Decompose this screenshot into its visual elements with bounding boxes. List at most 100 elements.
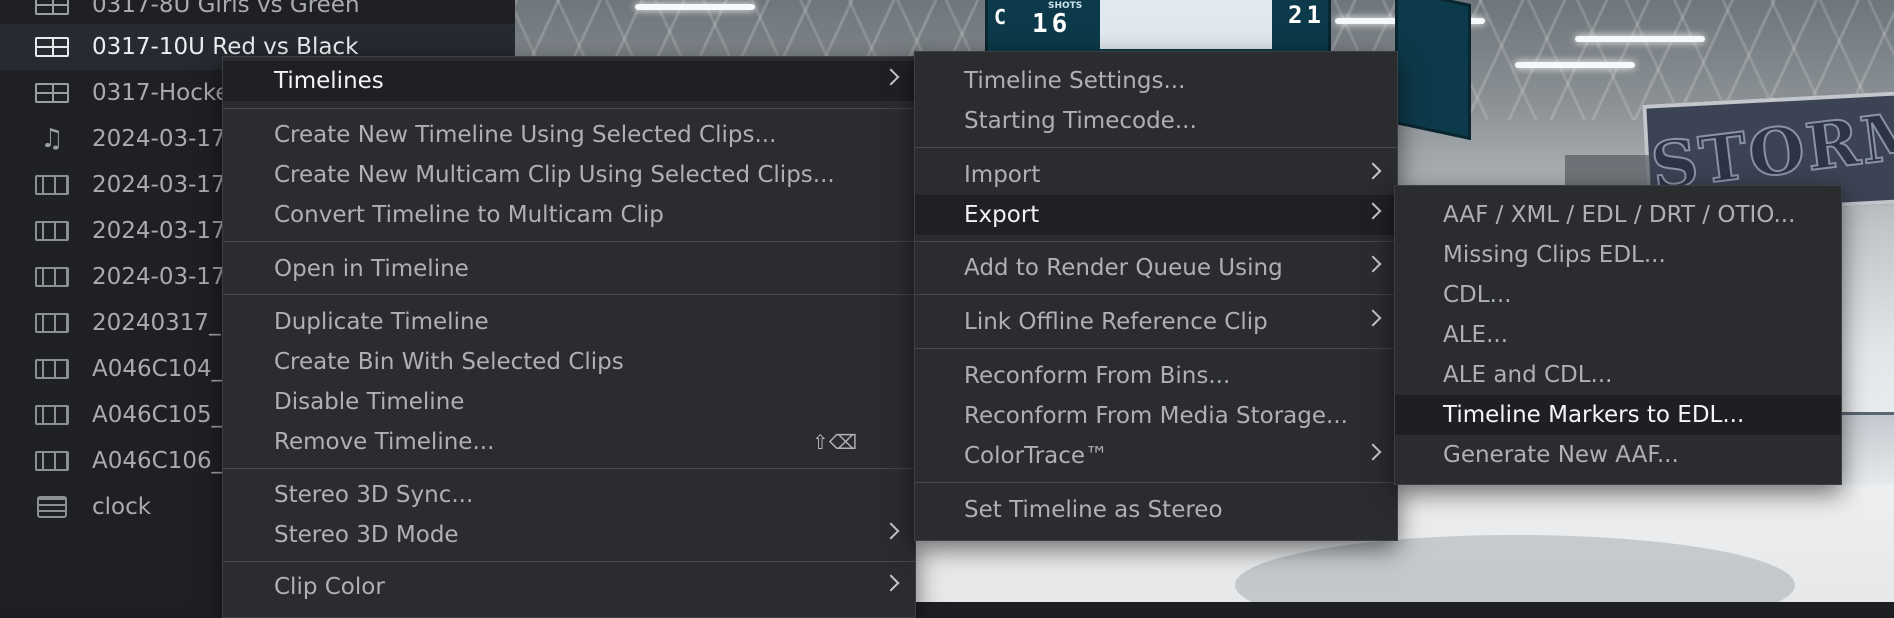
timeline-icon	[34, 82, 70, 104]
export-submenu: AAF / XML / EDL / DRT / OTIO... Missing …	[1394, 185, 1842, 485]
menu-item-label: Link Offline Reference Clip	[964, 309, 1268, 335]
menu-item-add-to-render-queue[interactable]: Add to Render Queue Using	[915, 248, 1397, 288]
clip-icon	[34, 404, 70, 426]
menu-item-convert-to-multicam[interactable]: Convert Timeline to Multicam Clip	[223, 195, 915, 235]
menu-item-link-offline-reference[interactable]: Link Offline Reference Clip	[915, 302, 1397, 342]
clip-icon	[34, 266, 70, 288]
menu-item-generate-new-aaf[interactable]: Generate New AAF...	[1395, 435, 1841, 475]
menu-item-label: AAF / XML / EDL / DRT / OTIO...	[1443, 202, 1796, 228]
menu-item-label: Generate New AAF...	[1443, 442, 1679, 468]
menu-item-ale-and-cdl[interactable]: ALE and CDL...	[1395, 355, 1841, 395]
menu-separator	[223, 468, 915, 469]
menu-item-missing-clips-edl[interactable]: Missing Clips EDL...	[1395, 235, 1841, 275]
menu-item-label: Reconform From Bins...	[964, 363, 1231, 389]
menu-item-timeline-markers-to-edl[interactable]: Timeline Markers to EDL...	[1395, 395, 1841, 435]
menu-item-label: Disable Timeline	[274, 389, 465, 415]
menu-item-reconform-from-media-storage[interactable]: Reconform From Media Storage...	[915, 396, 1397, 436]
context-menu: Timelines Create New Timeline Using Sele…	[222, 56, 916, 618]
timeline-icon	[34, 0, 70, 16]
chevron-right-icon	[882, 522, 900, 540]
scoreboard-letter: C	[994, 5, 1011, 29]
chevron-right-icon	[882, 68, 900, 86]
chevron-right-icon	[1364, 255, 1382, 273]
scoreboard-right-number: 21	[1288, 1, 1325, 29]
clip-icon	[34, 220, 70, 242]
menu-item-label: Stereo 3D Mode	[274, 522, 459, 548]
menu-separator	[915, 482, 1397, 483]
menu-item-label: Duplicate Timeline	[274, 309, 489, 335]
media-pool-item-label: 2024-03-17	[92, 126, 226, 152]
menu-separator	[915, 348, 1397, 349]
menu-item-create-multicam-clip[interactable]: Create New Multicam Clip Using Selected …	[223, 155, 915, 195]
menu-item-import[interactable]: Import	[915, 155, 1397, 195]
menu-item-export[interactable]: Export	[915, 195, 1397, 235]
menu-item-colortrace[interactable]: ColorTrace™	[915, 436, 1397, 476]
menu-item-cdl[interactable]: CDL...	[1395, 275, 1841, 315]
ice-logo	[1235, 535, 1795, 602]
menu-separator	[223, 108, 915, 109]
media-pool-item-label: 0317-8U Girls vs Green	[92, 0, 360, 18]
menu-item-open-in-timeline[interactable]: Open in Timeline	[223, 249, 915, 289]
menu-item-ale[interactable]: ALE...	[1395, 315, 1841, 355]
menu-item-label: CDL...	[1443, 282, 1512, 308]
ceiling-light	[1575, 36, 1705, 42]
media-pool-item-label: A046C105_2	[92, 402, 238, 428]
menu-item-label: Stereo 3D Sync...	[274, 482, 474, 508]
clip-icon	[34, 312, 70, 334]
menu-item-reconform-from-bins[interactable]: Reconform From Bins...	[915, 356, 1397, 396]
menu-item-label: Timeline Markers to EDL...	[1443, 402, 1745, 428]
menu-item-label: Reconform From Media Storage...	[964, 403, 1348, 429]
menu-separator	[915, 294, 1397, 295]
media-pool-item-label: 0317-Hocke	[92, 80, 230, 106]
menu-item-label: ALE...	[1443, 322, 1509, 348]
media-pool-item-label: A046C106_2	[92, 448, 238, 474]
menu-item-timelines[interactable]: Timelines	[223, 61, 915, 101]
menu-separator	[223, 241, 915, 242]
menu-item-create-new-timeline[interactable]: Create New Timeline Using Selected Clips…	[223, 115, 915, 155]
menu-item-disable-timeline[interactable]: Disable Timeline	[223, 382, 915, 422]
menu-item-create-bin[interactable]: Create Bin With Selected Clips	[223, 342, 915, 382]
menu-separator	[915, 241, 1397, 242]
media-pool-item-label: 20240317_1	[92, 310, 236, 336]
menu-item-export-aaf-xml-edl[interactable]: AAF / XML / EDL / DRT / OTIO...	[1395, 195, 1841, 235]
menu-item-stereo-3d-mode[interactable]: Stereo 3D Mode	[223, 515, 915, 555]
menu-item-label: Remove Timeline...	[274, 429, 495, 455]
menu-item-label: Convert Timeline to Multicam Clip	[274, 202, 664, 228]
menu-item-timeline-settings[interactable]: Timeline Settings...	[915, 61, 1397, 101]
menu-item-label: ColorTrace™	[964, 443, 1109, 469]
menu-item-label: Missing Clips EDL...	[1443, 242, 1666, 268]
menu-item-duplicate-timeline[interactable]: Duplicate Timeline	[223, 302, 915, 342]
menu-item-label: Export	[964, 202, 1040, 228]
menu-item-label: Create New Timeline Using Selected Clips…	[274, 122, 777, 148]
timelines-submenu: Timeline Settings... Starting Timecode..…	[914, 51, 1398, 541]
menu-separator	[915, 147, 1397, 148]
menu-item-label: Create New Multicam Clip Using Selected …	[274, 162, 835, 188]
chevron-right-icon	[1364, 202, 1382, 220]
media-pool-item-label: 2024-03-17	[92, 264, 226, 290]
menu-separator	[223, 561, 915, 562]
menu-item-remove-timeline[interactable]: Remove Timeline... ⇧⌫	[223, 422, 915, 462]
ceiling-light	[635, 4, 755, 10]
menu-item-set-timeline-stereo[interactable]: Set Timeline as Stereo	[915, 490, 1397, 530]
media-pool-item-label: clock	[92, 494, 152, 520]
media-pool-item-label: A046C104_2	[92, 356, 238, 382]
timeline-icon	[34, 36, 70, 58]
menu-item-label: Timelines	[274, 68, 384, 94]
menu-item-label: ALE and CDL...	[1443, 362, 1613, 388]
menu-item-label: Add to Render Queue Using	[964, 255, 1283, 281]
media-pool-item-label: 2024-03-17	[92, 218, 226, 244]
menu-item-stereo-3d-sync[interactable]: Stereo 3D Sync...	[223, 475, 915, 515]
keyboard-shortcut: ⇧⌫	[811, 430, 857, 454]
music-icon: ♫	[40, 124, 64, 154]
menu-item-clip-color[interactable]: Clip Color	[223, 567, 915, 607]
menu-item-label: Import	[964, 162, 1041, 188]
scoreboard-left-number: 16	[1032, 9, 1072, 39]
scoreboard-video-screen	[1100, 0, 1272, 49]
ceiling-light	[1515, 62, 1635, 68]
chevron-right-icon	[1364, 309, 1382, 327]
menu-separator	[223, 294, 915, 295]
clip-icon	[34, 174, 70, 196]
chevron-right-icon	[1364, 443, 1382, 461]
menu-item-starting-timecode[interactable]: Starting Timecode...	[915, 101, 1397, 141]
scoreboard: SHOTS C 16 21	[985, 0, 1331, 56]
